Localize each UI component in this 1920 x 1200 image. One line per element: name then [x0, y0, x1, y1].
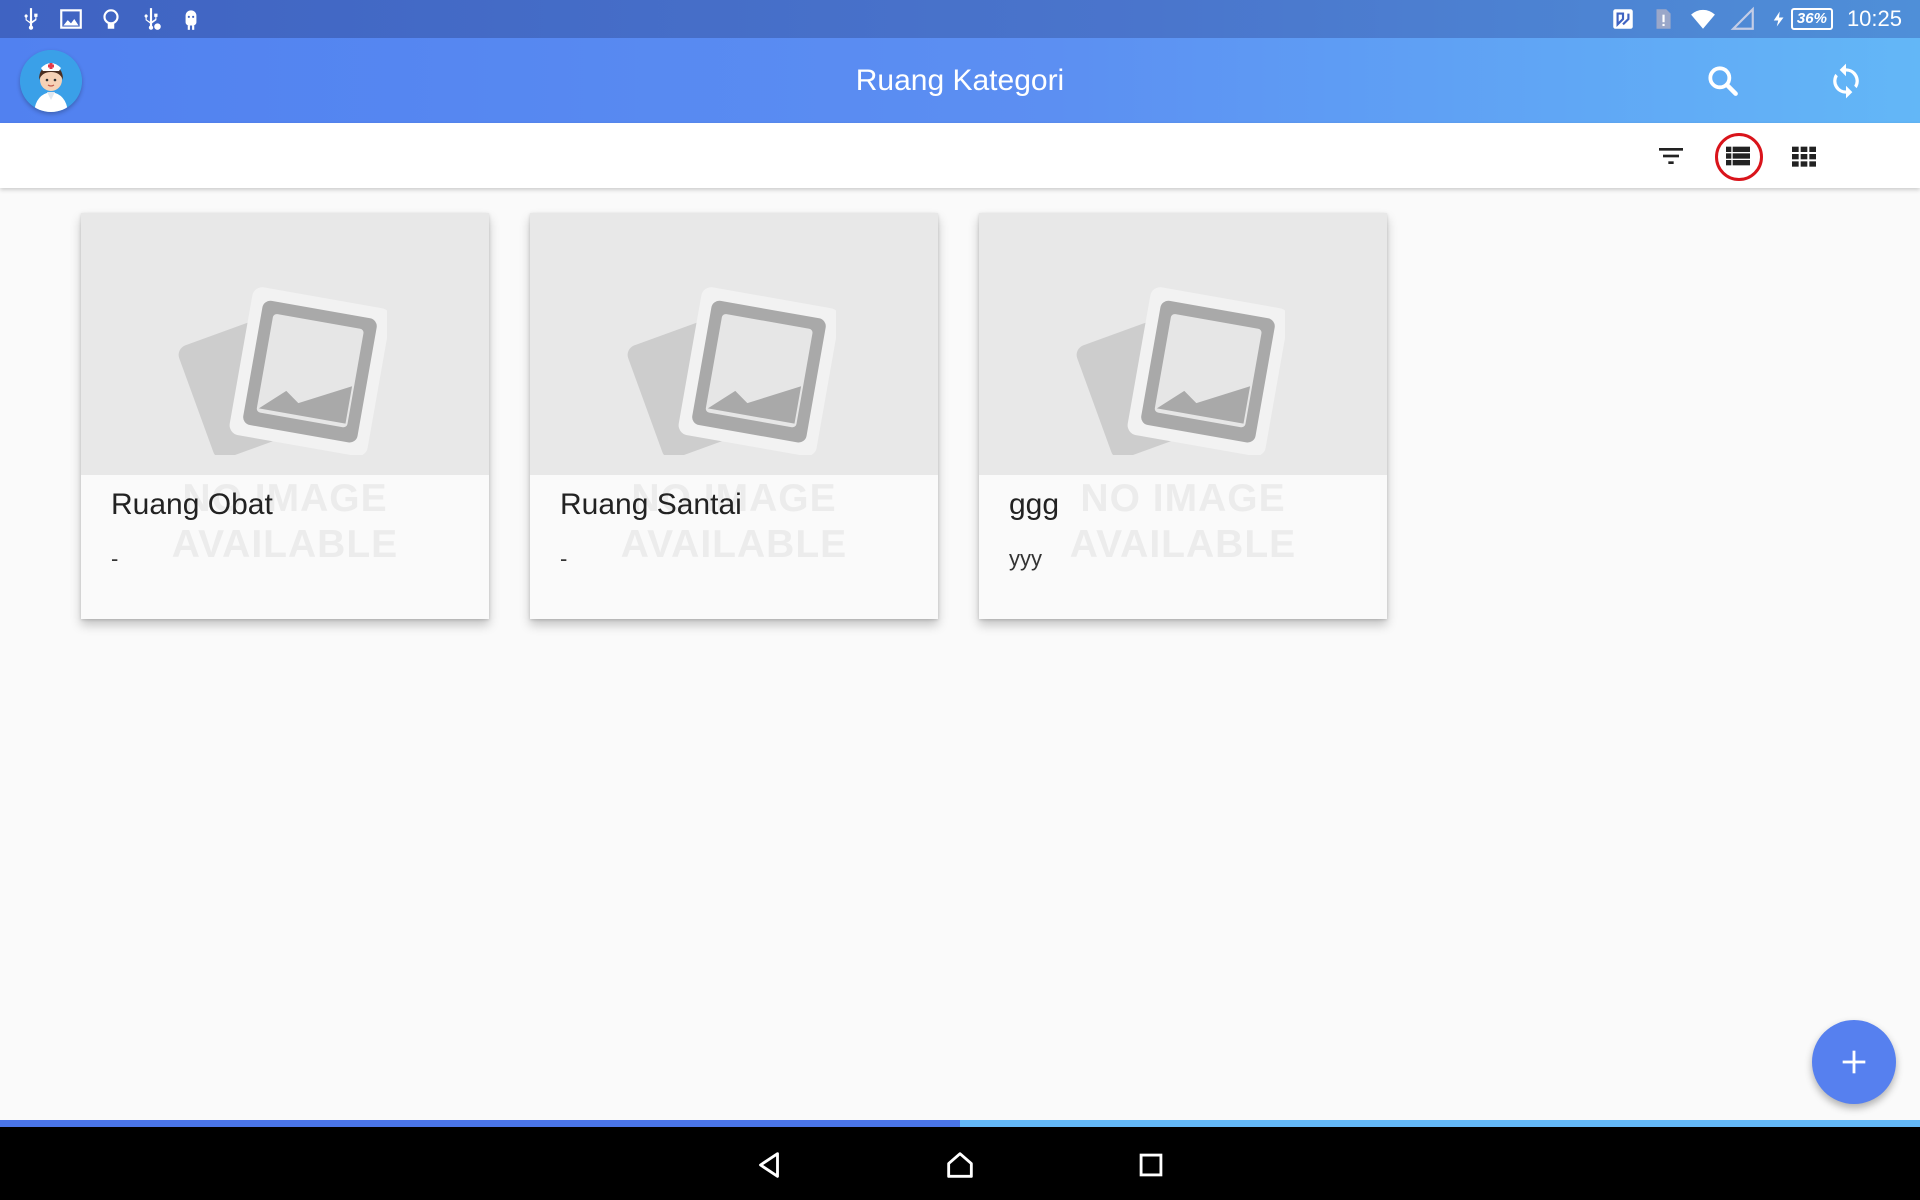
category-card[interactable]: NO IMAGE AVAILABLE Ruang Obat - [81, 213, 489, 619]
selected-indicator [1715, 133, 1763, 181]
progress-fill [0, 1120, 960, 1127]
card-title: Ruang Santai [560, 488, 742, 521]
no-image-icon [1076, 287, 1285, 455]
usb-icon [24, 8, 38, 30]
signal-icon [1730, 6, 1754, 30]
sync-button[interactable] [1823, 58, 1869, 104]
image-icon [60, 9, 82, 29]
loading-progress-bar [0, 1120, 1920, 1127]
category-card[interactable]: NO IMAGE AVAILABLE ggg yyy [979, 213, 1387, 619]
nurse-avatar-icon [20, 50, 82, 112]
nfc-icon [1613, 9, 1633, 29]
app-bar: Ruang Kategori [0, 38, 1920, 123]
sync-icon [1833, 63, 1859, 99]
filter-button[interactable] [1648, 133, 1694, 179]
card-image-placeholder [530, 213, 938, 475]
battery-level: 36% [1790, 8, 1833, 30]
card-subtitle: yyy [1009, 546, 1042, 571]
usb-debug-icon [144, 8, 161, 30]
avatar[interactable] [20, 50, 82, 112]
page-title: Ruang Kategori [855, 64, 1065, 97]
card-subtitle: - [111, 546, 119, 571]
sim-alert-icon [1656, 9, 1671, 29]
view-toolbar [0, 123, 1920, 188]
search-icon [1708, 66, 1738, 96]
back-button[interactable] [747, 1143, 791, 1187]
no-image-icon [178, 287, 387, 455]
card-subtitle: - [560, 546, 568, 571]
card-title: Ruang Obat [111, 488, 273, 521]
charging-icon [1773, 11, 1784, 27]
add-category-button[interactable] [1812, 1020, 1896, 1104]
card-title: ggg [1009, 488, 1060, 521]
system-icons: 36% 10:25 [1610, 6, 1902, 32]
lightbulb-icon [103, 9, 119, 29]
list-view-button[interactable] [1715, 133, 1763, 181]
card-image-placeholder [979, 213, 1387, 475]
filter-icon [1659, 148, 1683, 164]
android-icon [185, 10, 197, 30]
notification-icons [18, 6, 204, 32]
wifi-icon [1690, 9, 1715, 29]
home-button[interactable] [938, 1143, 982, 1187]
card-image-placeholder [81, 213, 489, 475]
no-image-icon [627, 287, 836, 455]
battery-indicator: 36% [1770, 7, 1833, 31]
search-button[interactable] [1700, 58, 1746, 104]
recents-icon [1139, 1153, 1163, 1177]
grid-view-button[interactable] [1781, 133, 1827, 179]
category-card[interactable]: NO IMAGE AVAILABLE Ruang Santai - [530, 213, 938, 619]
grid-view-icon [1792, 146, 1816, 167]
recents-button[interactable] [1129, 1143, 1173, 1187]
category-grid: NO IMAGE AVAILABLE Ruang Obat - NO IMAGE… [81, 213, 1387, 619]
system-nav-bar [0, 1127, 1920, 1200]
plus-icon [1842, 1050, 1866, 1074]
clock: 10:25 [1846, 6, 1902, 31]
back-icon [759, 1152, 779, 1178]
status-bar: 36% 10:25 [0, 0, 1920, 38]
home-icon [947, 1152, 973, 1178]
